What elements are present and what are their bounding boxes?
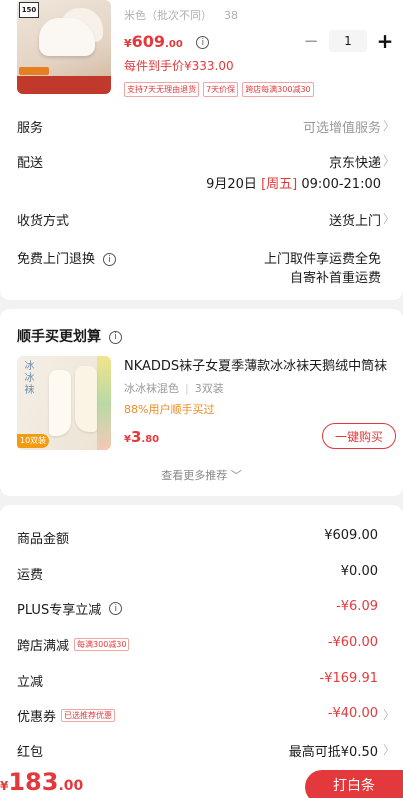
price-summary-card: 商品金额 ¥609.00 运费 ¥0.00 PLUS专享立减 i -¥6.09 跨… [0, 505, 403, 798]
total-integer: 183 [8, 768, 59, 796]
divider: | [185, 382, 189, 395]
price-symbol: ¥ [124, 37, 132, 50]
quantity-input[interactable]: 1 [329, 30, 367, 52]
delivery-weekday: [周五] [261, 177, 298, 192]
receive-method-value: 送货上门 [328, 214, 381, 229]
summary-value: -¥6.09 [336, 599, 378, 614]
total-decimal: .00 [58, 778, 84, 794]
sock-image [49, 370, 71, 436]
delivery-row[interactable]: 配送 京东快递 〉 9月20日 [周五] 09:00-21:00 [17, 152, 395, 192]
view-more-label: 查看更多推荐 [161, 469, 228, 482]
per-piece-price: 每件到手价¥333.00 [124, 59, 234, 73]
delivery-carrier: 京东快递 [328, 156, 381, 171]
addon-product-title[interactable]: NKADDS袜子女夏季薄款冰冰袜天鹅绒中筒袜 [124, 355, 399, 374]
chevron-right-icon: 〉 [382, 708, 395, 722]
plus-info-icon[interactable]: i [109, 602, 123, 615]
free-return-text: 免费上门退换 [17, 252, 96, 267]
product-thumbnail[interactable]: 150 [17, 0, 111, 94]
price-decimal: .00 [165, 39, 183, 50]
price-integer: 3 [130, 428, 142, 446]
quantity-stepper: − 1 + [301, 29, 395, 53]
summary-label: 商品金额 [17, 532, 70, 547]
cross-store-tag: 每满300减30 [74, 638, 130, 651]
summary-value: ¥0.00 [340, 564, 378, 579]
product-price: ¥609.00 i [124, 32, 210, 51]
delivery-time: 09:00-21:00 [301, 177, 381, 192]
decrease-quantity-button[interactable]: − [301, 31, 321, 52]
variant-color: 米色（批次不同） [124, 9, 212, 22]
thumb-text: 冰冰袜 [22, 360, 33, 396]
one-click-buy-button[interactable]: 一键购买 [322, 423, 396, 449]
addon-info-icon[interactable]: i [109, 330, 122, 344]
summary-value: 最高可抵¥0.50 [288, 745, 378, 760]
receive-method-label: 收货方式 [17, 214, 70, 229]
summary-value: -¥60.00 [327, 635, 378, 650]
thumb-pill: 10双装 [17, 434, 50, 448]
free-return-line2: 自寄补首重运费 [289, 271, 381, 286]
summary-value: -¥40.00 [327, 706, 378, 721]
free-return-line1: 上门取件享运费全免 [263, 252, 381, 267]
chevron-right-icon: 〉 [382, 119, 395, 133]
variant-size: 38 [224, 9, 238, 22]
service-label: 服务 [17, 121, 44, 136]
order-item-card: 150 米色（批次不同） 38 ¥609.00 i 每件到手价¥333.00 支持… [0, 0, 403, 300]
delivery-label: 配送 [17, 156, 44, 171]
addon-variant-name: 冰冰袜混色 [124, 382, 179, 395]
free-return-label: 免费上门退换 i [17, 248, 117, 267]
sock-stack-image [97, 356, 111, 450]
summary-label: 红包 [17, 745, 44, 760]
section-title: 顺手买更划算 i [17, 326, 122, 346]
addon-title: 顺手买更划算 [17, 329, 101, 345]
return-info-icon[interactable]: i [103, 253, 117, 266]
summary-label: 运费 [17, 568, 44, 583]
summary-label: 立减 [17, 675, 44, 690]
promo-tag: 支持7天无理由退货 [124, 82, 200, 97]
addon-purchase-rate: 88%用户顺手买过 [124, 403, 215, 416]
summary-label: 优惠券 已选推荐优惠 [17, 706, 116, 725]
price-symbol: ¥ [124, 434, 131, 445]
addon-pack: 3双装 [194, 382, 224, 395]
total-price: ¥183.00 [0, 768, 83, 796]
coupon-label: 优惠券 [17, 710, 57, 725]
delivery-schedule: 9月20日 [周五] 09:00-21:00 [206, 173, 381, 192]
free-return-row: 免费上门退换 i 上门取件享运费全免 自寄补首重运费 [17, 248, 395, 288]
thumb-badge: 150 [19, 2, 39, 18]
sock-image [75, 366, 97, 432]
chevron-down-icon: ﹀ [230, 469, 242, 482]
addon-variant[interactable]: 冰冰袜混色 | 3双装 [124, 380, 224, 396]
summary-value: ¥609.00 [324, 528, 378, 543]
promo-tag: 跨店每满300减30 [242, 82, 314, 97]
product-variant[interactable]: 米色（批次不同） 38 [124, 7, 238, 23]
baitiao-pay-button[interactable]: 打白条 [305, 770, 403, 798]
chevron-right-icon: 〉 [382, 154, 395, 168]
summary-label: PLUS专享立减 i [17, 599, 123, 618]
service-value: 可选增值服务 [302, 121, 381, 136]
delivery-date: 9月20日 [206, 177, 257, 192]
promo-tag: 7天价保 [203, 82, 239, 97]
chevron-right-icon: 〉 [382, 212, 395, 226]
price-decimal: .80 [141, 434, 160, 445]
summary-value: -¥169.91 [319, 671, 378, 686]
plus-discount-label: PLUS专享立减 [17, 603, 102, 618]
thumb-promo-strip [17, 76, 111, 94]
coupon-tag: 已选推荐优惠 [61, 709, 116, 722]
cross-store-label: 跨店满减 [17, 639, 70, 654]
summary-label: 跨店满减 每满300减30 [17, 635, 130, 654]
price-info-icon[interactable]: i [196, 36, 210, 49]
addon-thumbnail[interactable]: 冰冰袜 10双装 [17, 356, 111, 450]
price-integer: 609 [131, 32, 166, 51]
increase-quantity-button[interactable]: + [375, 29, 395, 53]
view-more-link[interactable]: 查看更多推荐 ﹀ [0, 467, 403, 483]
addon-price: ¥3.80 [124, 427, 159, 446]
chevron-right-icon: 〉 [382, 743, 395, 757]
checkout-bar: ¥183.00 打白条 [0, 766, 403, 798]
addon-recommend-card: 顺手买更划算 i 冰冰袜 10双装 NKADDS袜子女夏季薄款冰冰袜天鹅绒中筒袜 … [0, 309, 403, 496]
promo-tags: 支持7天无理由退货 7天价保 跨店每满300减30 [124, 82, 314, 97]
thumb-promo-label [19, 67, 49, 75]
